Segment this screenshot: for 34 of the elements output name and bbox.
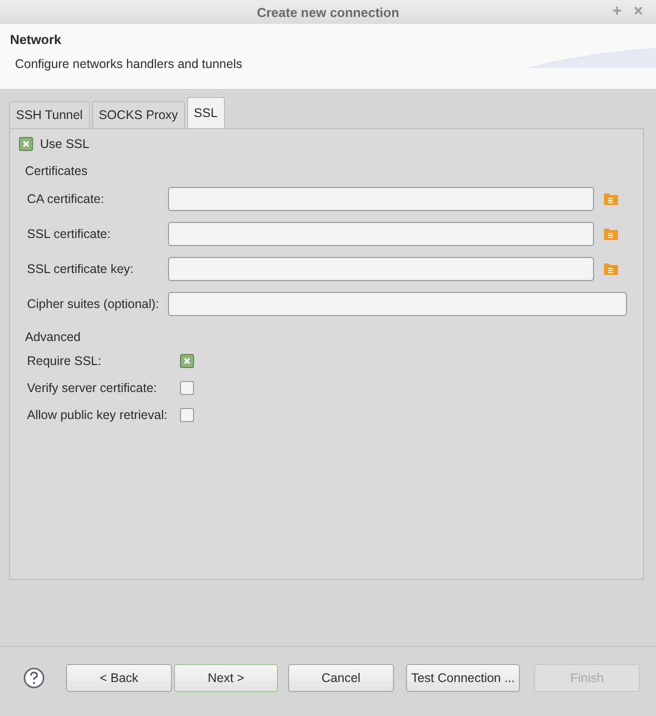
option-label: Allow public key retrieval: (27, 408, 168, 422)
cross-icon (182, 356, 192, 366)
section-heading: Advanced (25, 330, 81, 344)
field-label: SSL certificate key: (27, 262, 135, 276)
dialog-button[interactable]: Cancel (288, 664, 394, 692)
checkbox[interactable] (19, 137, 33, 151)
checkbox[interactable] (180, 381, 194, 395)
option-label: Require SSL: (27, 354, 102, 368)
folder-icon[interactable] (604, 193, 618, 205)
checkbox[interactable] (180, 354, 194, 368)
page-title: Network (10, 32, 62, 47)
field-label: SSL certificate: (27, 227, 112, 241)
field-label: Cipher suites (optional): (27, 297, 160, 311)
folder-icon[interactable] (604, 228, 618, 240)
folder-icon[interactable] (604, 263, 618, 275)
tab[interactable]: SSL (186, 97, 225, 128)
window-title: Create new connection (256, 4, 400, 20)
input-field[interactable] (168, 257, 594, 281)
cross-icon (21, 139, 31, 149)
field-label: CA certificate: (27, 192, 106, 206)
checkbox-label: Use SSL (40, 137, 90, 151)
page-description: Configure networks handlers and tunnels (15, 57, 242, 71)
input-field[interactable] (168, 292, 627, 316)
tab[interactable]: SOCKS Proxy (92, 101, 185, 128)
option-label: Verify server certificate: (27, 381, 158, 395)
dialog-button[interactable]: Next > (174, 664, 278, 692)
tab[interactable]: SSH Tunnel (9, 101, 90, 128)
help-icon[interactable] (23, 667, 45, 689)
dialog-button[interactable]: < Back (66, 664, 172, 692)
checkbox[interactable] (180, 408, 194, 422)
input-field[interactable] (168, 187, 594, 211)
input-field[interactable] (168, 222, 594, 246)
dialog-button[interactable]: Test Connection ... (406, 664, 520, 692)
section-heading: Certificates (25, 164, 88, 178)
